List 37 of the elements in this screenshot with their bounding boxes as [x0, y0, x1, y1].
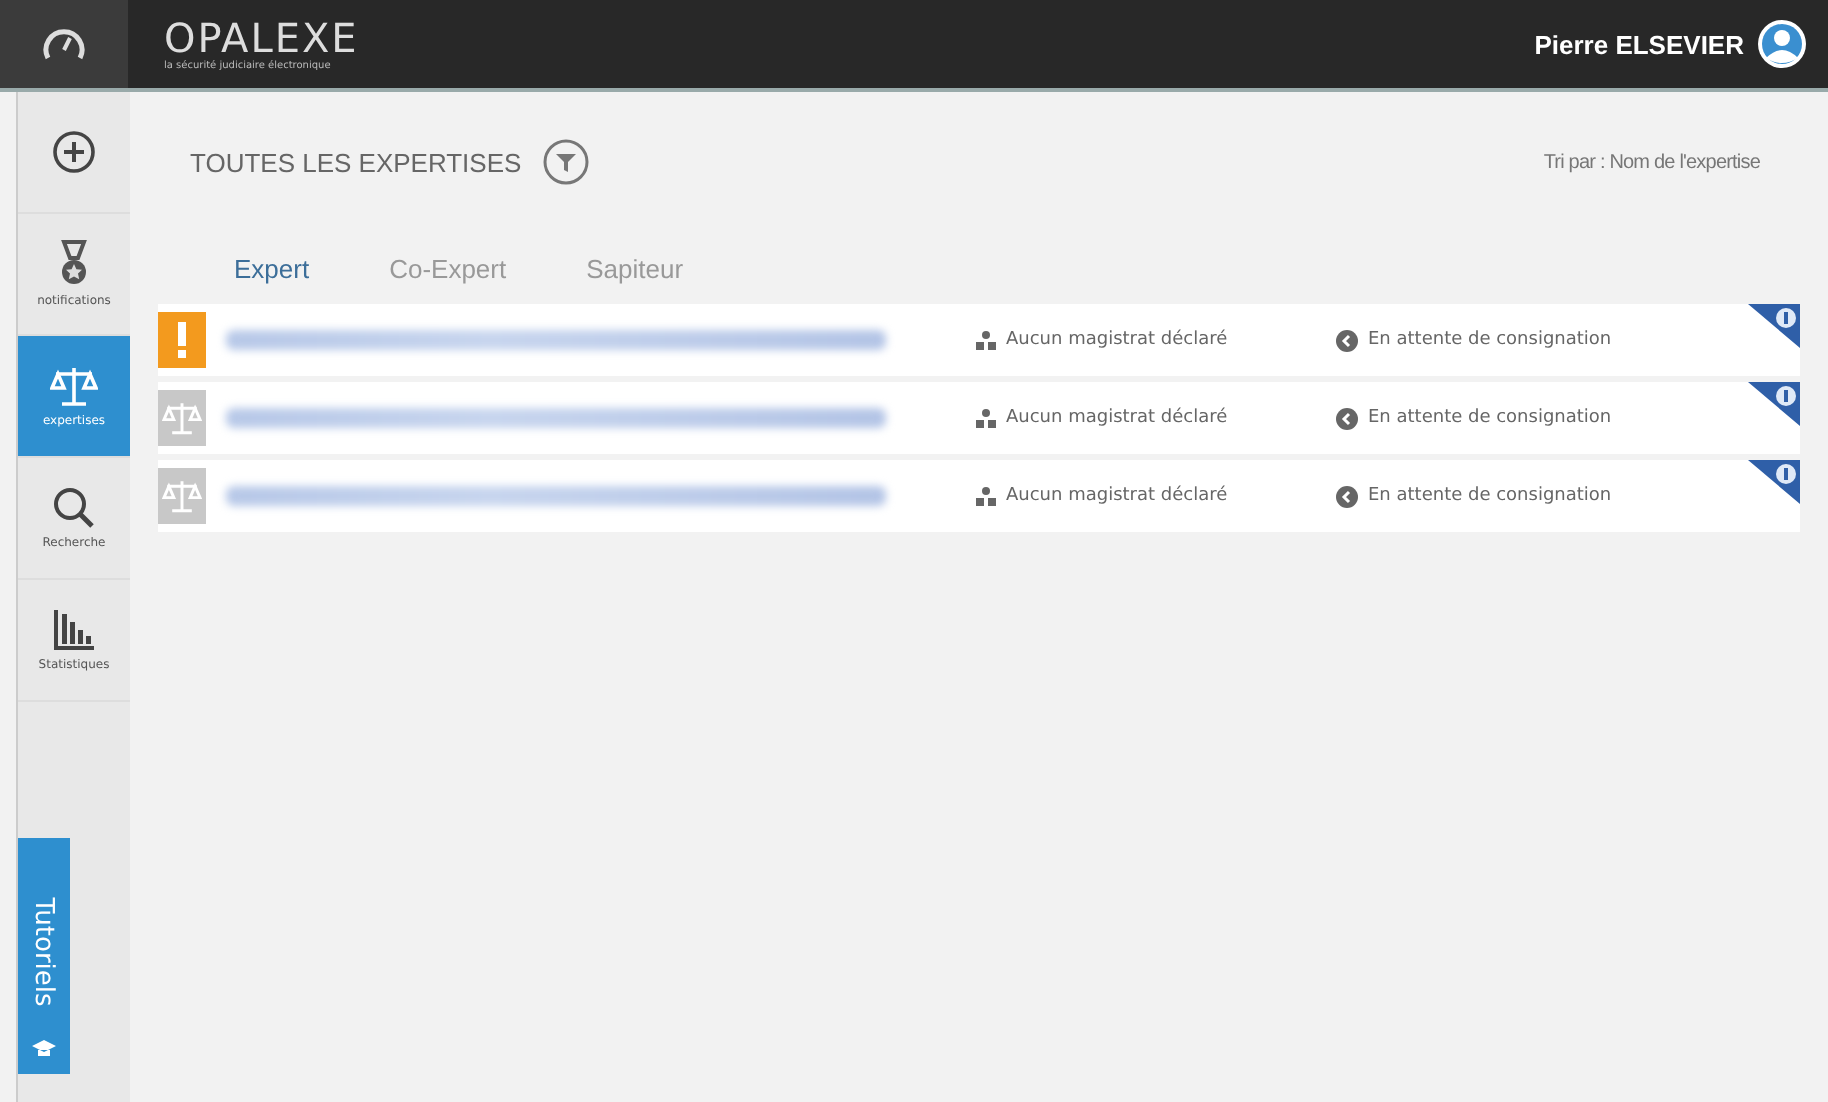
status-text: En attente de consignation	[1368, 486, 1612, 506]
magistrate-text: Aucun magistrat déclaré	[1006, 330, 1228, 350]
scales-icon	[158, 390, 206, 446]
user-avatar-icon[interactable]	[1756, 18, 1808, 70]
gauge-icon	[42, 28, 86, 60]
expertise-row[interactable]: Aucun magistrat déclaré En attente de consignation	[158, 382, 1800, 454]
expertise-row[interactable]: Aucun magistrat déclaré En attente de consignation	[158, 460, 1800, 532]
bar-chart-icon	[52, 608, 96, 652]
tutorials-tab[interactable]: Tutoriels	[18, 838, 70, 1074]
scales-icon	[158, 468, 206, 524]
tab[interactable]: Expert	[234, 253, 310, 283]
expertise-row[interactable]: Aucun magistrat déclaré En attente de consignation	[158, 304, 1800, 376]
arrow-circle-icon	[1336, 485, 1358, 507]
medal-icon	[58, 240, 90, 288]
scales-icon	[50, 364, 98, 408]
magistrate-text: Aucun magistrat déclaré	[1006, 486, 1228, 506]
filter-icon[interactable]	[541, 138, 590, 186]
magistrate-text: Aucun magistrat déclaré	[1006, 408, 1228, 428]
sort-label[interactable]: Tri par : Nom de l'expertise	[1543, 151, 1760, 173]
hierarchy-icon	[976, 330, 996, 350]
hierarchy-icon	[976, 408, 996, 428]
corner-badge-icon[interactable]	[1748, 460, 1800, 504]
dashboard-button[interactable]	[0, 0, 128, 88]
hierarchy-icon	[976, 486, 996, 506]
logo-text: OPALEXE	[164, 16, 359, 60]
arrow-circle-icon	[1336, 329, 1358, 351]
page-title: TOUTES LES EXPERTISES	[190, 147, 522, 177]
corner-badge-icon[interactable]	[1748, 304, 1800, 348]
user-name[interactable]: Pierre ELSEVIER	[1534, 29, 1744, 59]
status-text: En attente de consignation	[1368, 330, 1612, 350]
plus-icon	[52, 130, 96, 174]
arrow-circle-icon	[1336, 407, 1358, 429]
warning-icon	[158, 312, 206, 368]
graduation-cap-icon	[32, 1038, 56, 1058]
corner-badge-icon[interactable]	[1748, 382, 1800, 426]
search-icon	[52, 486, 96, 530]
status-text: En attente de consignation	[1368, 408, 1612, 428]
